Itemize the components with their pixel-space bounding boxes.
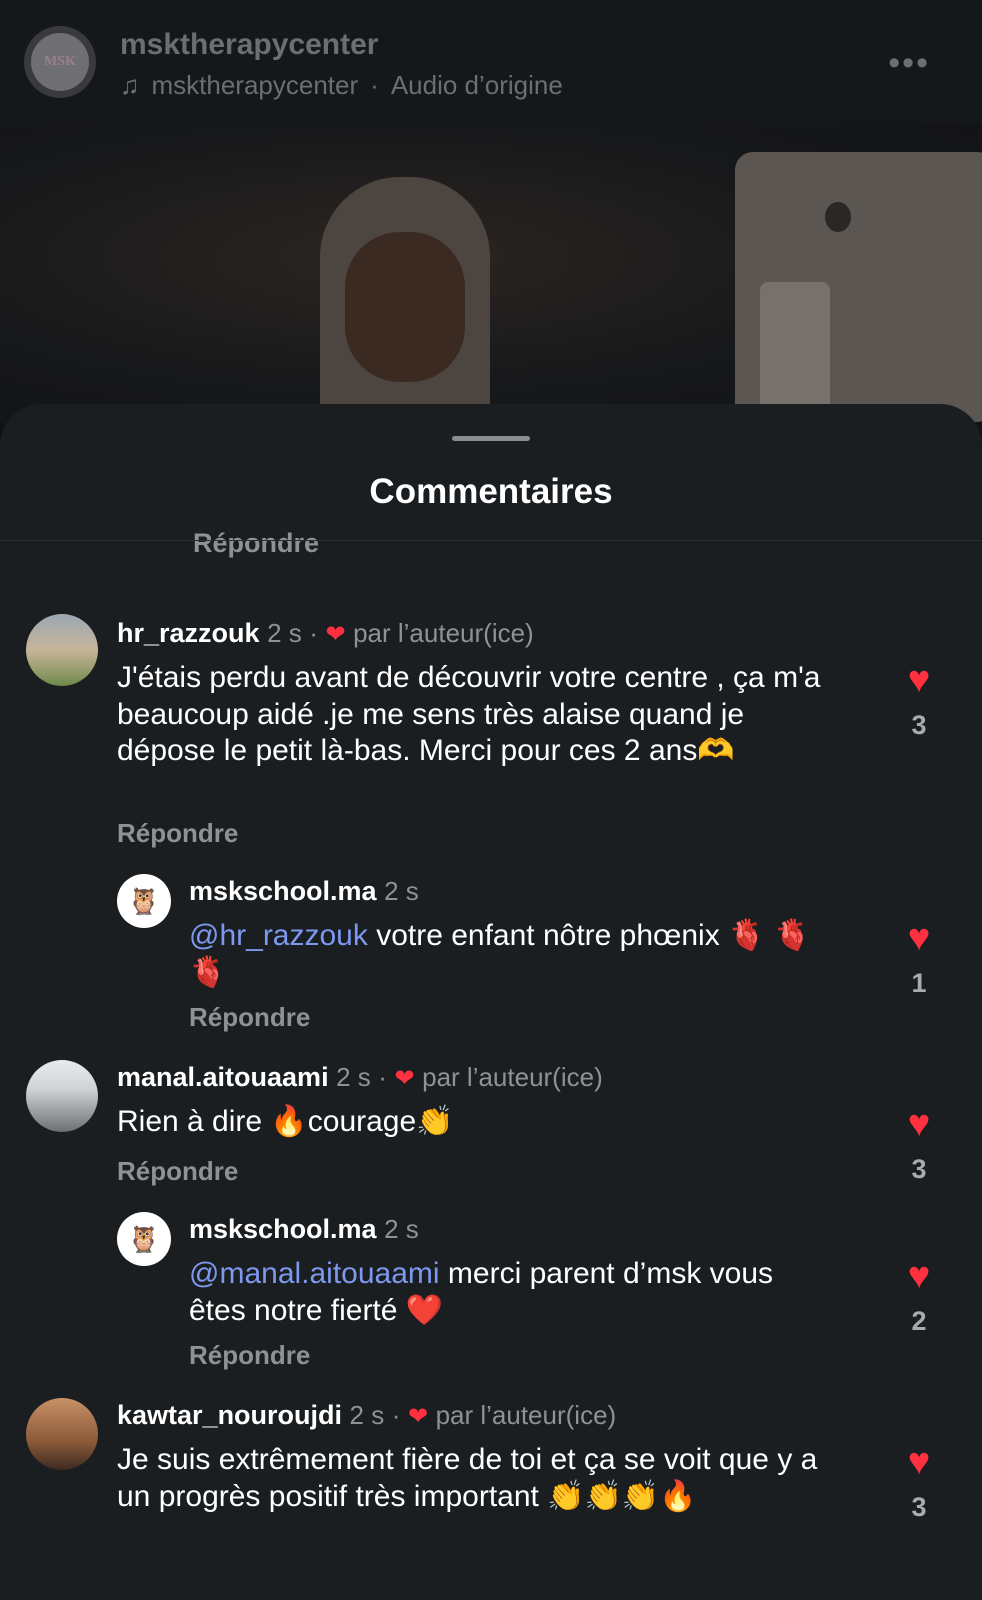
audio-label: Audio d’origine — [390, 70, 563, 100]
like-control[interactable]: ♥ 2 — [898, 1256, 940, 1337]
more-horizontal-icon[interactable]: ••• — [888, 44, 930, 83]
heart-icon[interactable]: ♥ — [898, 918, 940, 958]
heart-icon[interactable]: ♥ — [898, 1104, 940, 1144]
reply-button[interactable]: Répondre — [117, 818, 238, 849]
msk-logo: MSK — [31, 33, 89, 91]
comment-username[interactable]: mskschool.ma — [189, 876, 377, 906]
like-control[interactable]: ♥ 3 — [898, 1442, 940, 1523]
comment-header: hr_razzouk 2 s · ❤ par l’auteur(ice) — [117, 618, 534, 649]
like-count: 3 — [911, 1154, 927, 1184]
heart-icon[interactable]: ♥ — [898, 1442, 940, 1482]
video-person-face — [345, 232, 465, 382]
audio-user: msktherapycenter — [151, 70, 359, 100]
separator: · — [391, 1400, 401, 1430]
comment-username[interactable]: mskschool.ma — [189, 1214, 377, 1244]
reply-button[interactable]: Répondre — [189, 1340, 310, 1371]
mention-link[interactable]: @hr_razzouk — [189, 919, 368, 952]
header-username[interactable]: msktherapycenter — [120, 28, 378, 62]
avatar[interactable]: 🦉 — [117, 1212, 171, 1266]
comment-username[interactable]: manal.aitouaami — [117, 1062, 329, 1092]
apple-logo-icon — [825, 202, 851, 232]
separator: · — [378, 1062, 387, 1092]
reply-button[interactable]: Répondre — [117, 1156, 238, 1187]
mention-link[interactable]: @manal.aitouaami — [189, 1257, 440, 1290]
like-count: 2 — [911, 1306, 927, 1336]
comment-text: @hr_razzouk votre enfant nôtre phœnix 🫀 … — [189, 918, 829, 991]
comment-header: mskschool.ma 2 s — [189, 1214, 419, 1245]
heart-icon: ❤ — [407, 1403, 429, 1430]
avatar[interactable]: 🦉 — [117, 874, 171, 928]
avatar[interactable] — [26, 1060, 98, 1132]
heart-icon: ❤ — [394, 1065, 415, 1092]
comment-time: 2 s — [384, 1214, 419, 1244]
liked-by-author: par l’auteur(ice) — [435, 1400, 617, 1430]
comment-time: 2 s — [267, 618, 302, 648]
like-count: 1 — [911, 968, 927, 998]
audio-info[interactable]: ♫ msktherapycenter · Audio d’origine — [120, 70, 563, 101]
comment-header: kawtar_nouroujdi 2 s · ❤ par l’auteur(ic… — [117, 1400, 616, 1431]
avatar[interactable] — [26, 1398, 98, 1470]
comment-username[interactable]: hr_razzouk — [117, 618, 260, 648]
sheet-title: Commentaires — [369, 472, 613, 511]
music-note-icon: ♫ — [120, 70, 140, 100]
heart-icon[interactable]: ♥ — [898, 660, 940, 700]
sheet-divider — [0, 540, 982, 541]
comment-username[interactable]: kawtar_nouroujdi — [117, 1400, 342, 1430]
comment-text: Je suis extrêmement fière de toi et ça s… — [117, 1443, 818, 1513]
owl-logo-icon: 🦉 — [127, 1223, 161, 1254]
comment-header: mskschool.ma 2 s — [189, 876, 419, 907]
liked-by-author: par l’auteur(ice) — [422, 1062, 603, 1092]
audio-separator: · — [370, 70, 379, 100]
owl-logo-icon: 🦉 — [127, 885, 161, 916]
comment-text: @manal.aitouaami merci parent d’msk vous… — [189, 1256, 829, 1329]
comment-time: 2 s — [384, 876, 419, 906]
like-count: 3 — [911, 710, 927, 740]
like-control[interactable]: ♥ 3 — [898, 1104, 940, 1185]
comment-time: 2 s — [349, 1400, 385, 1430]
comments-sheet: Répondre Commentaires hr_razzouk 2 s · ❤… — [0, 404, 982, 1600]
heart-icon[interactable]: ♥ — [898, 1256, 940, 1296]
heart-icon: ❤ — [325, 621, 346, 648]
like-control[interactable]: ♥ 1 — [898, 918, 940, 999]
reply-button[interactable]: Répondre — [189, 1002, 310, 1033]
comment-text: Rien à dire 🔥courage👏 — [117, 1105, 454, 1138]
drag-handle[interactable] — [452, 436, 530, 441]
reel-header: MSK msktherapycenter ♫ msktherapycenter … — [0, 0, 982, 122]
avatar[interactable] — [26, 614, 98, 686]
separator: · — [309, 618, 318, 648]
comment-text: J'étais perdu avant de découvrir votre c… — [117, 661, 821, 767]
video-monitor-stand — [760, 282, 830, 422]
comment-time: 2 s — [336, 1062, 371, 1092]
liked-by-author: par l’auteur(ice) — [353, 618, 534, 648]
like-count: 3 — [911, 1492, 927, 1522]
like-control[interactable]: ♥ 3 — [898, 660, 940, 741]
comment-header: manal.aitouaami 2 s · ❤ par l’auteur(ice… — [117, 1062, 603, 1093]
account-avatar[interactable]: MSK — [24, 26, 96, 98]
video-frame[interactable] — [0, 122, 982, 422]
reply-button-clipped[interactable]: Répondre — [193, 528, 319, 559]
